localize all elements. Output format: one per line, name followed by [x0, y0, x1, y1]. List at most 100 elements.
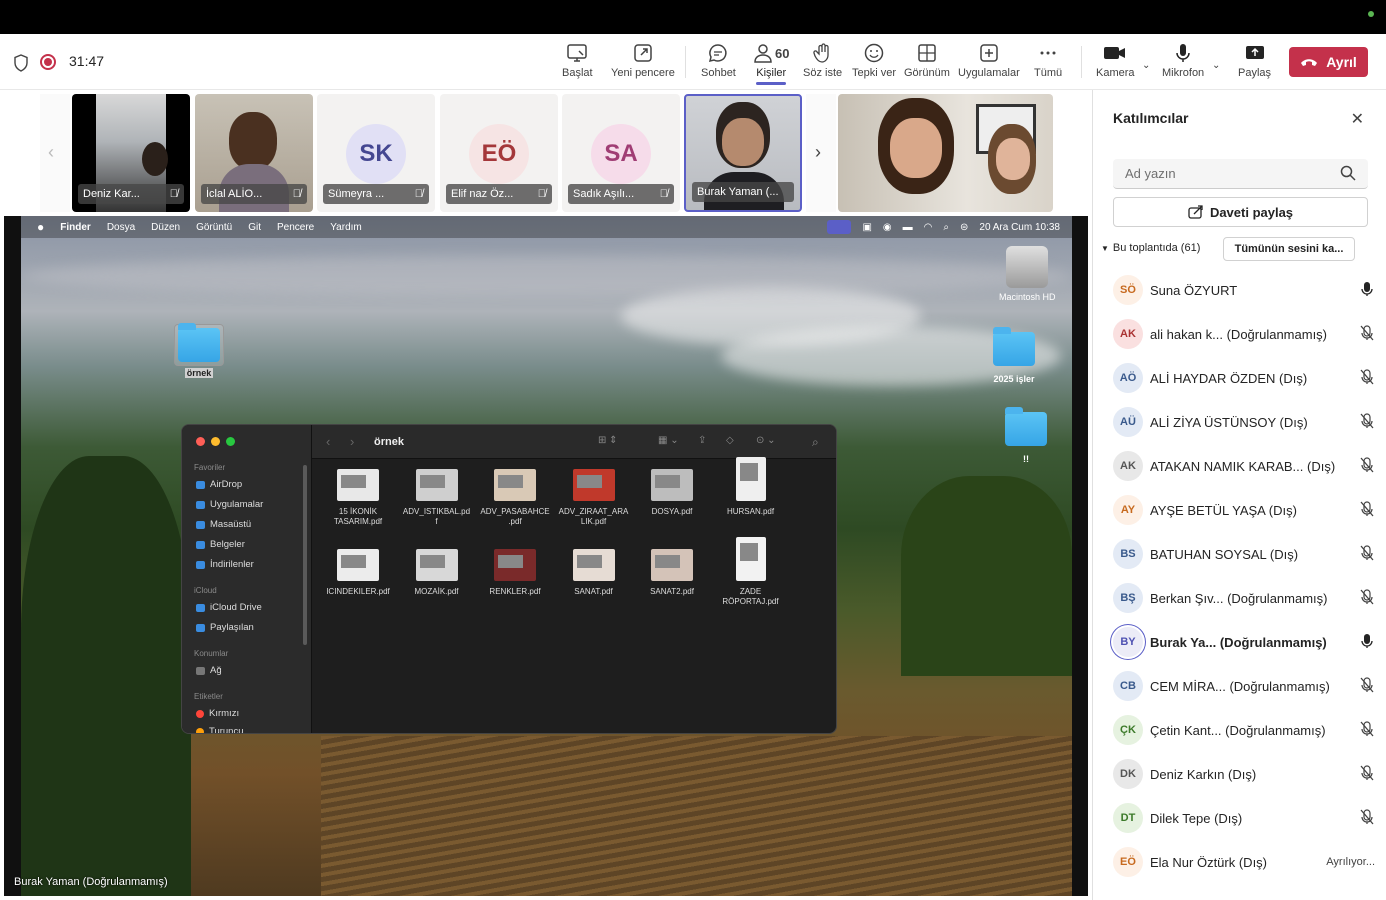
participant-row[interactable]: AK ATAKAN NAMIK KARAB... (Dış) — [1113, 444, 1375, 488]
action-menu-icon[interactable]: ⊙ ⌄ — [756, 435, 776, 446]
view-button[interactable]: Görünüm — [904, 42, 950, 79]
desktop-folder[interactable]: 2025 işler — [993, 327, 1035, 384]
people-button[interactable]: 60 Kişiler — [753, 42, 789, 85]
video-tile[interactable]: Deniz Kar... 🎙̸ — [72, 94, 190, 212]
self-view-video[interactable] — [838, 94, 1053, 212]
leave-button[interactable]: Ayrıl — [1289, 47, 1368, 77]
tag-icon[interactable]: ◇ — [726, 435, 734, 446]
play-icon[interactable]: ◉ — [883, 222, 892, 233]
share-screen-button[interactable]: Başlat — [562, 42, 593, 79]
pdf-file[interactable]: RENKLER.pdf — [475, 549, 555, 597]
participant-row[interactable]: BY Burak Ya... (Doğrulanmamış) — [1113, 620, 1375, 664]
participant-row[interactable]: AÖ ALİ HAYDAR ÖZDEN (Dış) — [1113, 356, 1375, 400]
sidebar-item-tag-red[interactable]: Kırmızı — [196, 708, 239, 719]
sidebar-item-airdrop[interactable]: AirDrop — [196, 479, 242, 490]
sidebar-item-icloud-drive[interactable]: iCloud Drive — [196, 602, 262, 613]
apple-icon[interactable]: ● — [37, 220, 44, 234]
camera-options-chevron-icon[interactable]: ⌄ — [1142, 60, 1150, 71]
in-meeting-section-toggle[interactable]: ▼ Bu toplantıda (61) — [1101, 242, 1200, 254]
participant-row[interactable]: ÇK Çetin Kant... (Doğrulanmamış) — [1113, 708, 1375, 752]
react-button[interactable]: Tepki ver — [852, 42, 896, 79]
sidebar-item-shared[interactable]: Paylaşılan — [196, 622, 254, 633]
pdf-file[interactable]: 15 İKONİK TASARIM.pdf — [318, 469, 398, 527]
desktop-folder[interactable]: örnek — [174, 323, 224, 378]
spotlight-search-icon[interactable]: ⌕ — [943, 222, 949, 233]
participant-row[interactable]: DT Dilek Tepe (Dış) — [1113, 796, 1375, 840]
sidebar-item-applications[interactable]: Uygulamalar — [196, 499, 263, 510]
avatar-tile[interactable]: SA Sadık Aşılı... 🎙̸ — [562, 94, 680, 212]
new-window-button[interactable]: Yeni pencere — [611, 42, 675, 79]
participant-row[interactable]: AK ali hakan k... (Doğrulanmamış) — [1113, 312, 1375, 356]
control-center-icon[interactable]: ⊜ — [960, 222, 968, 233]
microphone-options-chevron-icon[interactable]: ⌄ — [1212, 60, 1220, 71]
pdf-file[interactable]: ADV_PASABAHCE .pdf — [475, 469, 555, 527]
apps-button[interactable]: Uygulamalar — [958, 42, 1020, 79]
desktop-folder[interactable]: !! — [1005, 407, 1047, 464]
mute-all-button[interactable]: Tümünün sesini ka... — [1223, 237, 1355, 261]
group-icon[interactable]: ▦ ⌄ — [658, 435, 679, 446]
sidebar-item-desktop[interactable]: Masaüstü — [196, 519, 251, 530]
microphone-button[interactable]: Mikrofon — [1162, 42, 1204, 79]
participant-row[interactable]: AY AYŞE BETÜL YAŞA (Dış) — [1113, 488, 1375, 532]
share-invite-button[interactable]: Daveti paylaş — [1113, 197, 1368, 227]
chat-button[interactable]: Sohbet — [701, 42, 736, 79]
pdf-file[interactable]: HURSAN.pdf — [711, 457, 791, 517]
wifi-icon[interactable]: ◠ — [924, 222, 933, 233]
pdf-file[interactable]: ADV_ZIRAAT_ARA LIK.pdf — [554, 469, 634, 527]
active-speaker-tile[interactable]: Burak Yaman (... — [684, 94, 802, 212]
pdf-file[interactable]: ZADE RÖPORTAJ.pdf — [711, 537, 791, 607]
more-button[interactable]: Tümü — [1034, 42, 1062, 79]
camera-button[interactable]: Kamera — [1096, 42, 1135, 79]
menubar-item[interactable]: Görüntü — [196, 222, 232, 233]
participant-row[interactable]: BŞ Berkan Şıv... (Doğrulanmamış) — [1113, 576, 1375, 620]
pdf-file[interactable]: MOZAİK.pdf — [397, 549, 477, 597]
pdf-file[interactable]: SANAT2.pdf — [632, 549, 712, 597]
zoom-window-icon[interactable] — [226, 437, 235, 446]
status-dot — [1368, 11, 1374, 17]
participant-search-input[interactable]: Ad yazın — [1113, 159, 1368, 189]
menubar-item[interactable]: Yardım — [330, 222, 362, 233]
participant-row[interactable]: AÜ ALİ ZİYA ÜSTÜNSOY (Dış) — [1113, 400, 1375, 444]
search-icon[interactable]: ⌕ — [812, 435, 819, 450]
participant-row[interactable]: SÖ Suna ÖZYURT — [1113, 268, 1375, 312]
pdf-file[interactable]: SANAT.pdf — [554, 549, 634, 597]
strip-prev-chevron-icon[interactable]: ‹ — [48, 142, 54, 163]
video-tile[interactable]: İclal ALİO... 🎙̸ — [195, 94, 313, 212]
view-mode-icon[interactable]: ⊞ ⇕ — [598, 435, 618, 446]
menubar-item[interactable]: Git — [248, 222, 261, 233]
minimize-window-icon[interactable] — [211, 437, 220, 446]
raise-hand-button[interactable]: Söz iste — [803, 42, 842, 79]
screen-share-status-icon[interactable] — [827, 220, 852, 234]
pdf-file[interactable]: ADV_ISTIKBAL.pd f — [397, 469, 477, 527]
avatar-tile[interactable]: EÖ Elif naz Öz... 🎙̸ — [440, 94, 558, 212]
sidebar-item-tag-orange[interactable]: Turuncu — [196, 726, 244, 733]
share-button[interactable]: Paylaş — [1238, 42, 1271, 79]
strip-next-chevron-icon[interactable]: › — [815, 142, 821, 163]
forward-chevron-icon[interactable]: › — [350, 434, 354, 449]
teams-icon[interactable]: ▣ — [862, 222, 871, 233]
participant-row[interactable]: BS BATUHAN SOYSAL (Dış) — [1113, 532, 1375, 576]
avatar-tile[interactable]: SK Sümeyra ... 🎙̸ — [317, 94, 435, 212]
sidebar-item-network[interactable]: Ağ — [196, 665, 222, 676]
participant-row[interactable]: EÖ Ela Nur Öztürk (Dış) Ayrılıyor... — [1113, 840, 1375, 884]
share-icon[interactable]: ⇪ — [698, 435, 706, 446]
menubar-app-name[interactable]: Finder — [60, 222, 91, 233]
shared-screen[interactable]: ● Finder Dosya Düzen Görüntü Git Pencere… — [4, 216, 1088, 896]
battery-icon[interactable]: ▬ — [903, 222, 913, 233]
menubar-item[interactable]: Düzen — [151, 222, 180, 233]
close-window-icon[interactable] — [196, 437, 205, 446]
pdf-file[interactable]: ICINDEKILER.pdf — [318, 549, 398, 597]
pdf-file[interactable]: DOSYA.pdf — [632, 469, 712, 517]
desktop-drive[interactable]: Macintosh HD — [999, 246, 1056, 302]
sidebar-scrollbar[interactable] — [303, 465, 307, 645]
finder-window[interactable]: Favoriler AirDrop Uygulamalar Masaüstü B… — [181, 424, 837, 734]
participant-row[interactable]: CB CEM MİRA... (Doğrulanmamış) — [1113, 664, 1375, 708]
back-chevron-icon[interactable]: ‹ — [326, 434, 330, 449]
participant-row[interactable]: DK Deniz Karkın (Dış) — [1113, 752, 1375, 796]
close-icon[interactable]: ✕ — [1351, 109, 1364, 129]
menubar-clock[interactable]: 20 Ara Cum 10:38 — [979, 222, 1060, 233]
sidebar-item-downloads[interactable]: İndirilenler — [196, 559, 254, 570]
sidebar-item-documents[interactable]: Belgeler — [196, 539, 245, 550]
menubar-item[interactable]: Dosya — [107, 222, 135, 233]
menubar-item[interactable]: Pencere — [277, 222, 314, 233]
